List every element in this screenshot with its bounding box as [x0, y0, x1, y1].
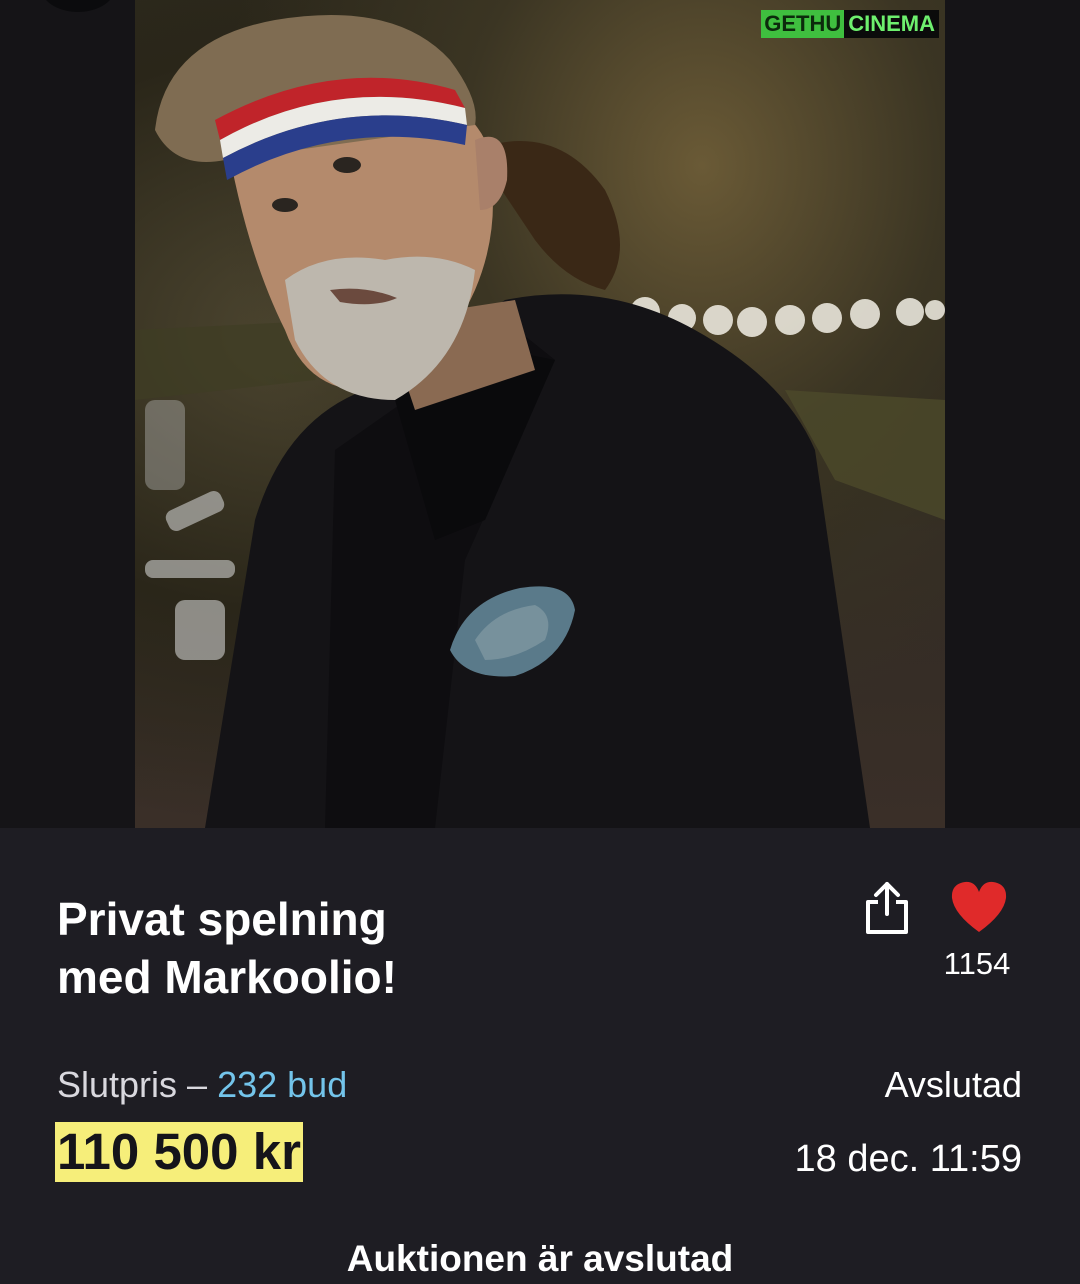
watermark-logo: GETHU CINEMA — [761, 10, 939, 38]
portrait-illustration — [135, 15, 945, 828]
title-line-1: Privat spelning — [57, 893, 387, 945]
auction-closed-message: Auktionen är avslutad — [346, 1238, 734, 1279]
watermark-part-2: CINEMA — [844, 10, 939, 38]
share-icon[interactable] — [862, 880, 912, 938]
back-button[interactable] — [40, 0, 116, 12]
title-line-2: med Markoolio! — [57, 951, 397, 1003]
final-price-label: Slutpris – 232 bud — [57, 1064, 347, 1106]
listing-photo[interactable]: GETHU CINEMA — [135, 0, 945, 828]
price-label-text: Slutpris – — [57, 1064, 218, 1105]
photo-area: GETHU CINEMA — [0, 0, 1080, 828]
listing-title: Privat spelning med Markoolio! — [57, 890, 757, 1006]
end-date: 18 dec. 11:59 — [794, 1138, 1022, 1180]
heart-icon[interactable] — [950, 880, 1008, 934]
final-price: 110 500 kr — [55, 1122, 303, 1182]
bid-count-link[interactable]: 232 bud — [217, 1064, 347, 1105]
watermark-part-1: GETHU — [761, 10, 845, 38]
auction-status: Avslutad — [884, 1064, 1022, 1105]
like-count: 1154 — [943, 946, 1011, 981]
